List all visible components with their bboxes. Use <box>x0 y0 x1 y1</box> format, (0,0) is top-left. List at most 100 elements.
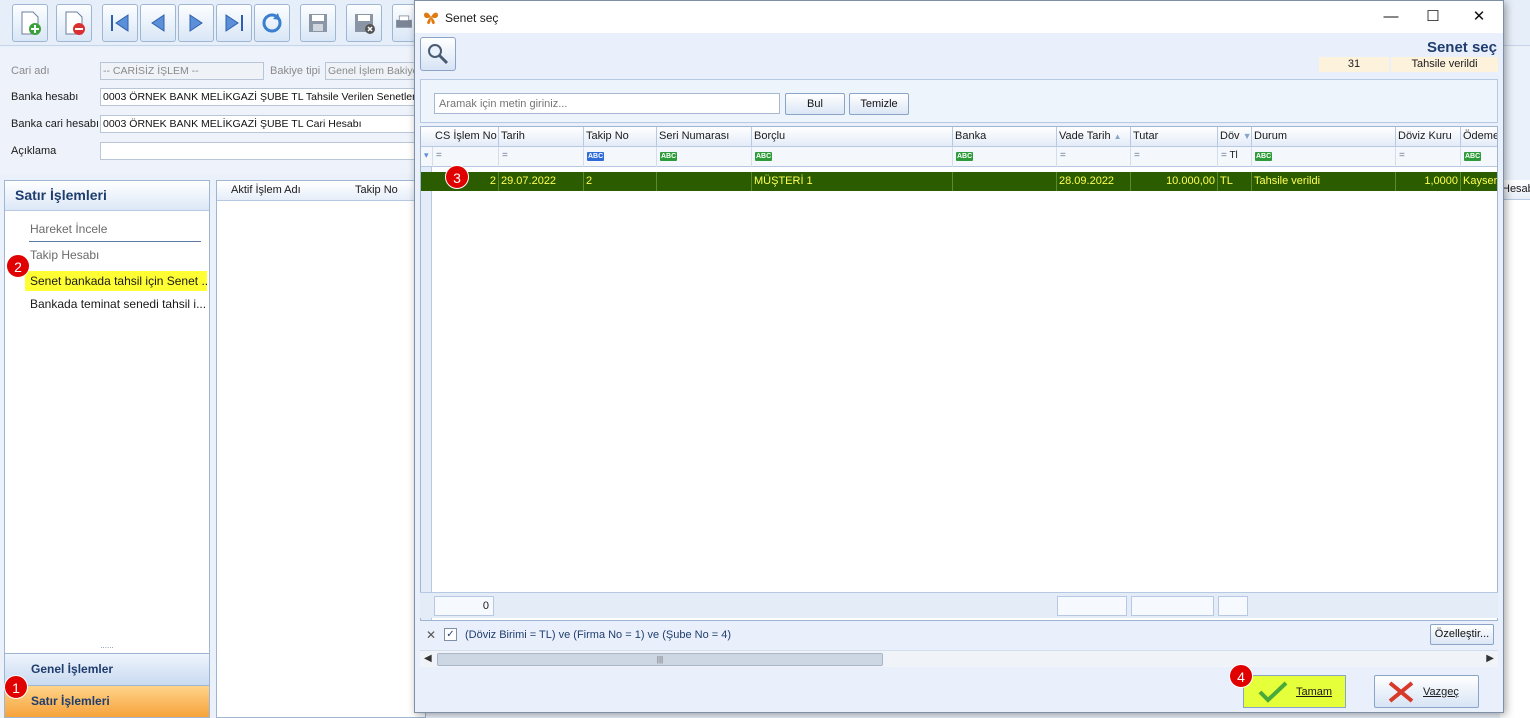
step-marker-4: 4 <box>1229 664 1253 688</box>
record-count: 31 <box>1319 57 1389 72</box>
first-record-icon[interactable] <box>102 4 138 42</box>
bakiye-field[interactable]: Genel İşlem Bakiye <box>325 62 420 80</box>
splitter-grip[interactable]: ...... <box>5 642 209 651</box>
scroll-left-icon[interactable]: ◀ <box>424 653 432 664</box>
maximize-icon[interactable]: ☐ <box>1421 7 1445 27</box>
clear-filter-icon[interactable]: ✕ <box>426 628 436 642</box>
aciklama-label: Açıklama <box>11 145 57 157</box>
cell-borclu: MÜŞTERİ 1 <box>752 172 953 191</box>
column-aktif-islem[interactable]: Aktif İşlem Adı <box>231 184 301 196</box>
filter-tarih[interactable]: = <box>499 147 584 167</box>
column-banka[interactable]: Banka <box>953 127 1057 147</box>
scroll-thumb[interactable]: ||| <box>437 653 883 666</box>
nav-satir-islemleri[interactable]: Satır İşlemleri <box>5 685 209 717</box>
abc-icon: ABC <box>1464 152 1482 161</box>
cari-field[interactable]: -- CARİSİZ İŞLEM -- <box>100 62 264 80</box>
footer-summary-vade <box>1057 596 1127 616</box>
cell-odeme: Kayseri <box>1461 172 1497 191</box>
find-button[interactable]: Bul <box>785 93 845 115</box>
filter-borclu[interactable]: ABC <box>752 147 953 167</box>
print-icon[interactable] <box>392 4 416 42</box>
filter-seri-numarasi[interactable]: ABC <box>657 147 752 167</box>
column-borclu[interactable]: Borçlu <box>752 127 953 147</box>
sidebar-item-hareket-incele[interactable]: Hareket İncele <box>25 219 207 239</box>
cell-durum: Tahsile verildi <box>1252 172 1396 191</box>
banka-field[interactable]: 0003 ÖRNEK BANK MELİKGAZİ ŞUBE TL Tahsil… <box>100 88 420 106</box>
column-cs-islem-no[interactable]: CS İşlem No <box>433 127 499 147</box>
filter-durum[interactable]: ABC <box>1252 147 1396 167</box>
column-hesap[interactable]: Hesab <box>1500 180 1530 200</box>
footer-summary-tutar <box>1131 596 1214 616</box>
dialog-title: Senet seç <box>445 11 499 25</box>
last-record-icon[interactable] <box>216 4 252 42</box>
nav-genel-islemler[interactable]: Genel İşlemler <box>5 653 209 685</box>
search-tool-button[interactable] <box>420 37 456 71</box>
next-record-icon[interactable] <box>178 4 214 42</box>
column-seri-numarasi[interactable]: Seri Numarası <box>657 127 752 147</box>
filter-takip-no[interactable]: ABC <box>584 147 657 167</box>
column-vade-tarih[interactable]: Vade Tarih ▲ <box>1057 127 1131 147</box>
horizontal-scrollbar[interactable]: ◀ ||| ▶ <box>420 650 1498 667</box>
filter-enabled-checkbox[interactable]: ✓ <box>444 628 457 641</box>
column-durum[interactable]: Durum <box>1252 127 1396 147</box>
column-odeme[interactable]: Ödeme <box>1461 127 1497 147</box>
save-close-icon[interactable] <box>346 4 382 42</box>
status-badge: Tahsile verildi <box>1391 57 1498 72</box>
butterfly-icon <box>424 12 438 25</box>
abc-icon: ABC <box>1255 152 1273 161</box>
banka-cari-row: Banka cari hesabı 0003 ÖRNEK BANK MELİKG… <box>0 115 420 133</box>
column-takip-no[interactable]: Takip No <box>355 184 398 196</box>
clear-button[interactable]: Temizle <box>849 93 909 115</box>
row-operations-panel: Satır İşlemleri Hareket İncele Takip Hes… <box>4 180 210 718</box>
cell-doviz-kuru: 1,0000 <box>1396 172 1461 191</box>
background-grid-right: Hesab <box>1500 180 1530 718</box>
cari-label: Cari adı <box>11 65 50 77</box>
filter-vade-tarih[interactable]: = <box>1057 147 1131 167</box>
table-row[interactable]: 2 29.07.2022 2 MÜŞTERİ 1 28.09.2022 10.0… <box>421 172 1497 191</box>
column-doviz[interactable]: Döv ▼ <box>1218 127 1252 147</box>
prev-record-icon[interactable] <box>140 4 176 42</box>
ok-button-label: Tamam <box>1296 685 1333 698</box>
column-doviz-kuru[interactable]: Döviz Kuru <box>1396 127 1461 147</box>
column-doviz-label: Döv <box>1220 130 1240 142</box>
filter-doviz-kuru[interactable]: = <box>1396 147 1461 167</box>
ok-button[interactable]: Tamam <box>1243 675 1346 708</box>
filter-expression[interactable]: (Döviz Birimi = TL) ve (Firma No = 1) ve… <box>465 629 731 641</box>
sidebar-item-senet-tahsil[interactable]: Senet bankada tahsil için Senet ... <box>25 271 207 291</box>
background-grid-header: Aktif İşlem Adı Takip No <box>217 181 425 201</box>
sidebar-item-takip-hesabi[interactable]: Takip Hesabı <box>25 245 207 265</box>
delete-doc-icon[interactable] <box>56 4 92 42</box>
banka-row: Banka hesabı 0003 ÖRNEK BANK MELİKGAZİ Ş… <box>0 88 420 106</box>
new-doc-icon[interactable] <box>12 4 48 42</box>
filter-tutar[interactable]: = <box>1131 147 1218 167</box>
search-input[interactable] <box>434 93 780 114</box>
refresh-icon[interactable] <box>254 4 290 42</box>
aciklama-field[interactable] <box>100 142 420 160</box>
banka-label: Banka hesabı <box>11 91 79 103</box>
scroll-right-icon[interactable]: ▶ <box>1486 653 1494 664</box>
aciklama-row: Açıklama <box>0 142 420 160</box>
filter-banka[interactable]: ABC <box>953 147 1057 167</box>
column-tutar[interactable]: Tutar <box>1131 127 1218 147</box>
sidebar-item-teminat-senedi[interactable]: Bankada teminat senedi tahsil i... <box>25 294 207 314</box>
filter-doviz[interactable]: = Tl <box>1218 147 1252 167</box>
form-area: Cari adı -- CARİSİZ İŞLEM -- Bakiye tipi… <box>0 48 420 174</box>
banka-cari-field[interactable]: 0003 ÖRNEK BANK MELİKGAZİ ŞUBE TL Cari H… <box>100 115 420 133</box>
grid-filter-row: ▾ = = ABC ABC ABC ABC = = = Tl ABC = ABC <box>421 147 1497 167</box>
step-marker-1: 1 <box>4 675 28 699</box>
column-tarih[interactable]: Tarih <box>499 127 584 147</box>
customize-button[interactable]: Özelleştir... <box>1430 624 1494 645</box>
filter-odeme[interactable]: ABC <box>1461 147 1497 167</box>
close-icon[interactable]: ✕ <box>1467 7 1491 27</box>
column-takip-no[interactable]: Takip No <box>584 127 657 147</box>
cell-banka <box>953 172 1057 191</box>
sort-asc-icon: ▲ <box>1113 132 1122 141</box>
save-icon[interactable] <box>300 4 336 42</box>
filter-doviz-value: Tl <box>1229 150 1238 161</box>
minimize-icon[interactable]: — <box>1379 7 1403 27</box>
filter-cs-islem-no[interactable]: = <box>433 147 499 167</box>
cancel-button[interactable]: Vazgeç <box>1374 675 1479 708</box>
cross-icon <box>1388 680 1414 703</box>
filter-funnel-icon[interactable]: ▼ <box>1243 131 1251 141</box>
active-filter-bar: ✕ ✓ (Döviz Birimi = TL) ve (Firma No = 1… <box>420 623 1498 647</box>
